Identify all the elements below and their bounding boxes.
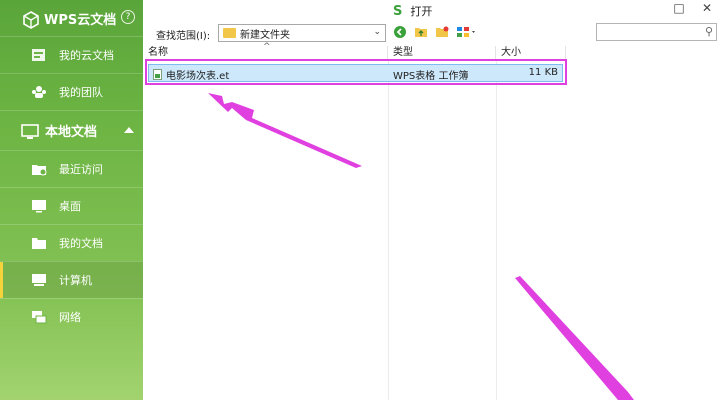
scope-dropdown[interactable]: 新建文件夹 ⌄	[218, 24, 386, 42]
new-folder-icon[interactable]	[435, 25, 449, 39]
sidebar-item-label: 最近访问	[59, 163, 103, 176]
dialog-title: 打开	[410, 5, 433, 18]
dialog-titlebar: S 打开 □ ✕	[143, 0, 723, 20]
sidebar-item-label: 我的文档	[59, 237, 103, 250]
collapse-caret-icon[interactable]	[124, 127, 134, 133]
sidebar-item-my-team[interactable]: 我的团队	[0, 73, 143, 110]
sidebar-item-label: 我的团队	[59, 86, 103, 99]
section-label: 本地文档	[45, 125, 98, 140]
sidebar-item-desktop[interactable]: 桌面	[0, 187, 143, 224]
chevron-down-icon: ⌄	[373, 27, 381, 37]
file-dialog: S 打开 □ ✕ 查找范围(I): 新建文件夹 ⌄ ⚲ ^ 名称 类型 大小 电…	[143, 0, 723, 400]
help-icon[interactable]: ?	[121, 10, 135, 24]
column-headers: ^ 名称 类型 大小	[143, 42, 718, 60]
recent-folder-icon	[31, 162, 47, 176]
file-size: 11 KB	[528, 67, 558, 78]
scope-value: 新建文件夹	[240, 29, 290, 41]
desktop-icon	[31, 199, 47, 213]
sidebar-title: WPS云文档	[44, 12, 117, 28]
close-button[interactable]: ✕	[697, 1, 717, 16]
file-name-cell: 电影场次表.et	[153, 67, 229, 82]
file-type: WPS表格 工作簿	[393, 71, 469, 82]
maximize-button[interactable]: □	[669, 1, 689, 16]
column-header-name[interactable]: 名称	[143, 46, 388, 60]
monitor-icon	[21, 123, 39, 139]
view-menu-icon[interactable]	[456, 25, 478, 39]
file-name: 电影场次表.et	[166, 71, 230, 82]
sidebar-item-label: 我的云文档	[59, 49, 114, 62]
dialog-toolbar: 查找范围(I): 新建文件夹 ⌄ ⚲	[143, 20, 723, 46]
sidebar-item-my-cloud-docs[interactable]: 我的云文档	[0, 36, 143, 73]
dialog-title-group: S 打开	[393, 3, 432, 19]
column-divider	[496, 60, 497, 400]
search-icon: ⚲	[704, 25, 713, 38]
up-folder-icon[interactable]	[414, 25, 428, 39]
spreadsheet-file-icon	[153, 69, 162, 80]
column-header-size[interactable]: 大小	[496, 46, 566, 60]
cloud-doc-icon	[31, 48, 47, 62]
sidebar-header: WPS云文档 ?	[0, 0, 143, 36]
search-input[interactable]: ⚲	[596, 23, 717, 41]
wps-logo-icon: S	[393, 3, 403, 19]
sidebar-item-label: 计算机	[59, 274, 92, 287]
file-row[interactable]: 电影场次表.et WPS表格 工作簿 11 KB	[148, 64, 563, 82]
sidebar-item-label: 桌面	[59, 200, 81, 213]
sidebar-item-label: 网络	[59, 311, 81, 324]
folder-icon	[31, 236, 47, 250]
back-icon[interactable]	[393, 25, 407, 39]
sidebar-item-recent[interactable]: 最近访问	[0, 150, 143, 187]
scope-label: 查找范围(I):	[156, 31, 211, 42]
computer-icon	[31, 273, 47, 287]
sidebar-item-my-documents[interactable]: 我的文档	[0, 224, 143, 261]
sidebar: WPS云文档 ? 我的云文档 我的团队 本地文档 最近访问 桌面 我的文档 计算…	[0, 0, 143, 400]
folder-icon	[223, 28, 236, 38]
sidebar-section-local-docs[interactable]: 本地文档	[0, 110, 143, 150]
cloud-hexagon-icon	[22, 11, 39, 29]
column-divider	[388, 60, 389, 400]
column-header-type[interactable]: 类型	[388, 46, 496, 60]
sidebar-item-computer[interactable]: 计算机	[0, 261, 143, 298]
network-icon	[31, 310, 47, 324]
sidebar-item-network[interactable]: 网络	[0, 298, 143, 335]
team-icon	[31, 85, 47, 99]
